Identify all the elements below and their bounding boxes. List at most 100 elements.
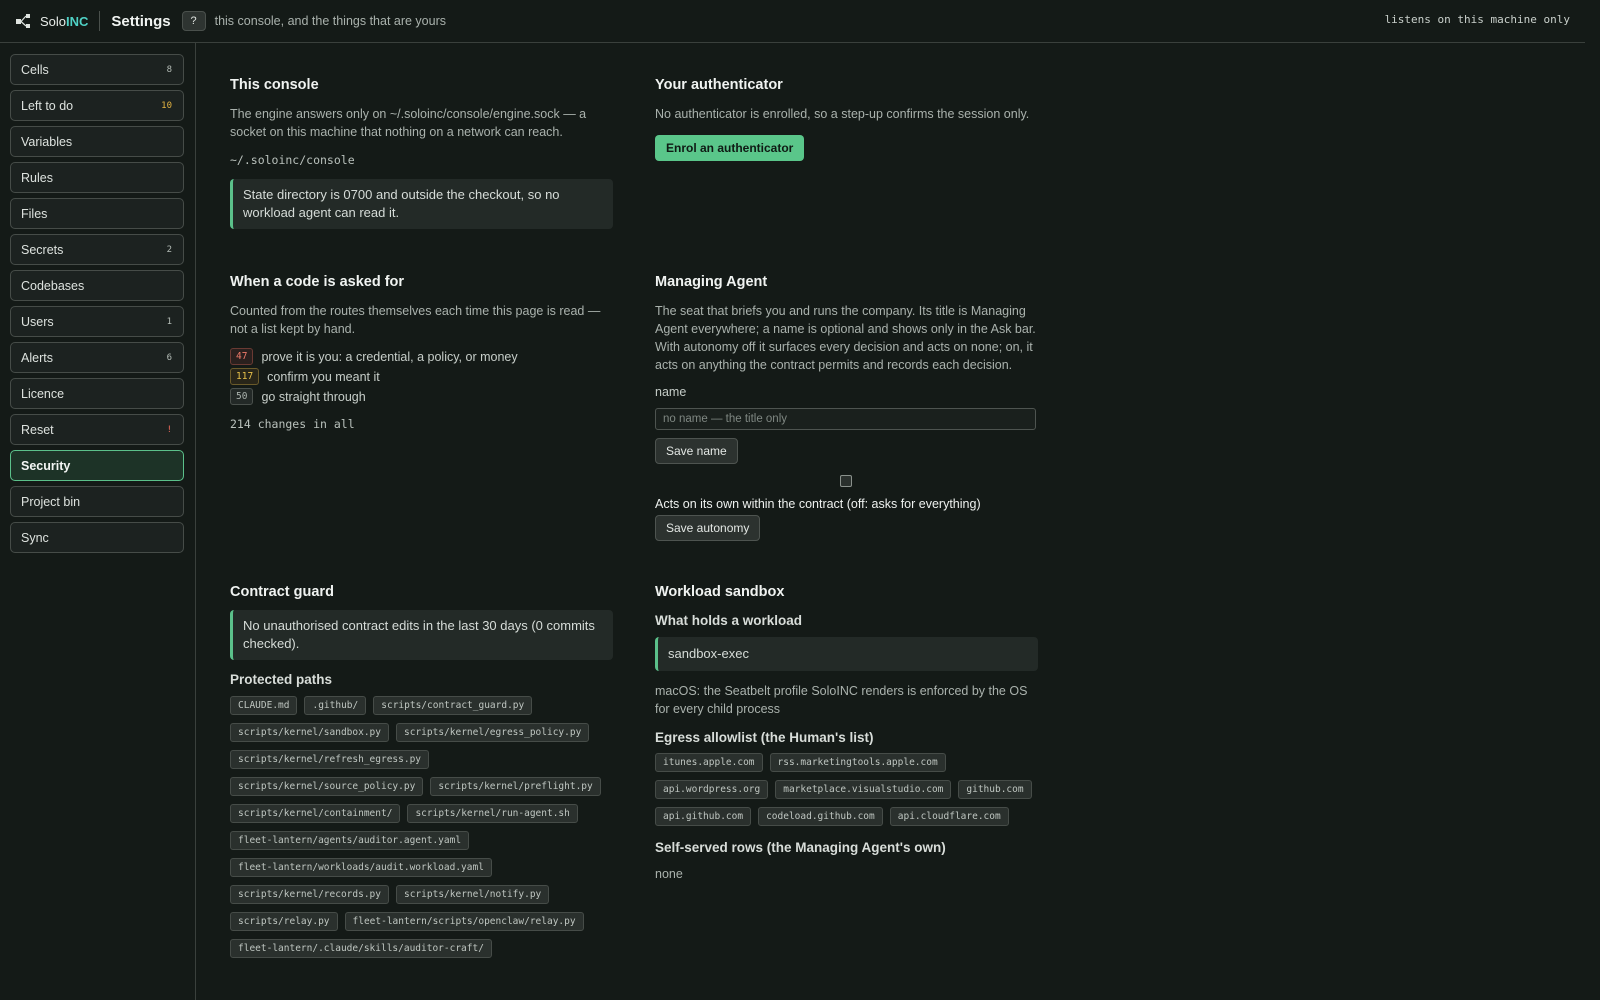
path-chip: scripts/kernel/run-agent.sh	[407, 804, 578, 823]
listen-status: listens on this machine only	[1384, 13, 1570, 26]
sidebar-item-count: 2	[166, 244, 172, 255]
route-text: go straight through	[261, 389, 366, 404]
egress-chip: github.com	[958, 780, 1032, 799]
autonomy-checkbox[interactable]	[839, 475, 852, 487]
brand-solo: Solo	[40, 13, 67, 29]
save-name-button[interactable]: Save name	[655, 438, 738, 464]
route-count: 50	[230, 388, 254, 405]
sidebar-item-label: Codebases	[21, 278, 85, 293]
managing-agent-section: Managing Agent The seat that briefs you …	[655, 274, 1045, 541]
egress-chip: itunes.apple.com	[655, 753, 763, 772]
sidebar-item-label: Secrets	[21, 242, 64, 257]
path-chip: scripts/kernel/source_policy.py	[230, 777, 424, 796]
authenticator-section: Your authenticator No authenticator is e…	[655, 77, 1045, 161]
sidebar-item-count: 1	[166, 316, 172, 327]
path-chip: fleet-lantern/scripts/openclaw/relay.py	[344, 912, 584, 931]
name-label: name	[655, 385, 687, 399]
sidebar-item-label: Licence	[21, 386, 65, 401]
enrol-authenticator-button[interactable]: Enrol an authenticator	[655, 135, 805, 161]
sidebar-item-count: 6	[166, 352, 172, 363]
codes-section: When a code is asked for Counted from th…	[230, 274, 620, 431]
path-chip: scripts/contract_guard.py	[373, 696, 533, 715]
changes-total: 214 changes in all	[230, 417, 355, 431]
sidebar: Cells 8 Left to do 10 Variables Rules File…	[0, 43, 196, 1000]
section-title: Your authenticator	[655, 77, 783, 93]
sidebar-item-label: Variables	[21, 134, 73, 149]
path-chip: .github/	[304, 696, 367, 715]
path-chip: scripts/kernel/refresh_egress.py	[230, 750, 430, 769]
sidebar-item-secrets[interactable]: Secrets 2	[10, 234, 184, 265]
sidebar-item-users[interactable]: Users 1	[10, 306, 184, 337]
holds-workload-title: What holds a workload	[655, 613, 803, 628]
path-chip: fleet-lantern/agents/auditor.agent.yaml	[230, 831, 470, 850]
console-path: ~/.soloinc/console	[230, 153, 355, 167]
path-chip: fleet-lantern/.claude/skills/auditor-cra…	[230, 939, 492, 958]
divider	[99, 11, 101, 31]
route-row-confirm: 117 confirm you meant it	[230, 368, 620, 385]
sidebar-item-cells[interactable]: Cells 8	[10, 54, 184, 85]
path-chip: fleet-lantern/workloads/audit.workload.y…	[230, 858, 492, 877]
path-chip: CLAUDE.md	[230, 696, 298, 715]
sidebar-item-label: Project bin	[21, 494, 81, 509]
brand[interactable]: Solo INC	[15, 12, 88, 30]
sidebar-item-alerts[interactable]: Alerts 6	[10, 342, 184, 373]
managing-agent-description: The seat that briefs you and runs the co…	[655, 304, 1036, 372]
egress-chip: codeload.github.com	[758, 807, 883, 826]
sidebar-item-rules[interactable]: Rules	[10, 162, 184, 193]
egress-chip: marketplace.visualstudio.com	[775, 780, 952, 799]
sidebar-item-reset[interactable]: Reset!	[10, 414, 184, 445]
path-chip: scripts/kernel/records.py	[230, 885, 389, 904]
route-row-straight: 50 go straight through	[230, 388, 620, 405]
workload-sandbox-section: Workload sandbox What holds a workload s…	[655, 584, 1045, 881]
sidebar-item-count: !	[166, 424, 172, 435]
save-autonomy-button[interactable]: Save autonomy	[655, 515, 761, 541]
route-text: prove it is you: a credential, a policy,…	[261, 349, 518, 364]
network-logo-icon	[16, 14, 30, 28]
protected-paths-title: Protected paths	[230, 672, 333, 687]
sidebar-item-count: 8	[166, 64, 172, 75]
route-count: 117	[230, 368, 260, 385]
section-title: This console	[230, 77, 319, 93]
path-chip: scripts/kernel/containment/	[230, 804, 401, 823]
sidebar-item-label: Left to do	[21, 98, 74, 113]
protected-paths-list: CLAUDE.md .github/scripts/contract_guard.…	[230, 696, 630, 966]
sidebar-item-label: Files	[21, 206, 48, 221]
autonomy-label: Acts on its own within the contract (off…	[655, 497, 981, 511]
authenticator-description: No authenticator is enrolled, so a step-…	[655, 107, 1030, 121]
route-count: 47	[230, 348, 254, 365]
route-text: confirm you meant it	[267, 369, 380, 384]
sandbox-holder: sandbox-exec	[655, 637, 1038, 671]
sidebar-item-security[interactable]: Security	[10, 450, 184, 481]
state-directory-callout: State directory is 0700 and outside the …	[230, 179, 613, 229]
sidebar-item-label: Reset	[21, 422, 54, 437]
section-title: When a code is asked for	[230, 274, 405, 290]
section-title: Contract guard	[230, 584, 334, 600]
help-button[interactable]: ?	[181, 11, 206, 31]
sidebar-item-sync[interactable]: Sync	[10, 522, 184, 553]
sidebar-item-label: Alerts	[21, 350, 53, 365]
sandbox-holder-description: macOS: the Seatbelt profile SoloINC rend…	[655, 684, 1028, 716]
path-chip: scripts/kernel/egress_policy.py	[396, 723, 590, 742]
egress-chip: api.github.com	[655, 807, 752, 826]
agent-name-input[interactable]	[655, 408, 1036, 430]
egress-chip: rss.marketingtools.apple.com	[769, 753, 946, 772]
sidebar-item-left-to-do[interactable]: Left to do 10	[10, 90, 184, 121]
sidebar-item-label: Sync	[21, 530, 49, 545]
self-served-title: Self-served rows (the Managing Agent's o…	[655, 840, 946, 855]
path-chip: scripts/relay.py	[230, 912, 338, 931]
codes-description: Counted from the routes themselves each …	[230, 304, 601, 336]
sidebar-item-files[interactable]: Files	[10, 198, 184, 229]
sidebar-item-codebases[interactable]: Codebases	[10, 270, 184, 301]
sidebar-item-licence[interactable]: Licence	[10, 378, 184, 409]
path-chip: scripts/kernel/notify.py	[396, 885, 550, 904]
section-title: Workload sandbox	[655, 584, 785, 600]
sidebar-item-label: Users	[21, 314, 54, 329]
sidebar-item-project-bin[interactable]: Project bin	[10, 486, 184, 517]
sidebar-item-label: Security	[21, 458, 71, 473]
top-bar: Solo INC Settings ? this console, and the…	[0, 0, 1585, 43]
sidebar-item-count: 10	[161, 100, 172, 111]
egress-allowlist: itunes.apple.com rss.marketingtools.apple…	[655, 753, 1045, 834]
sidebar-item-variables[interactable]: Variables	[10, 126, 184, 157]
section-title: Managing Agent	[655, 274, 768, 290]
self-served-value: none	[655, 867, 683, 881]
